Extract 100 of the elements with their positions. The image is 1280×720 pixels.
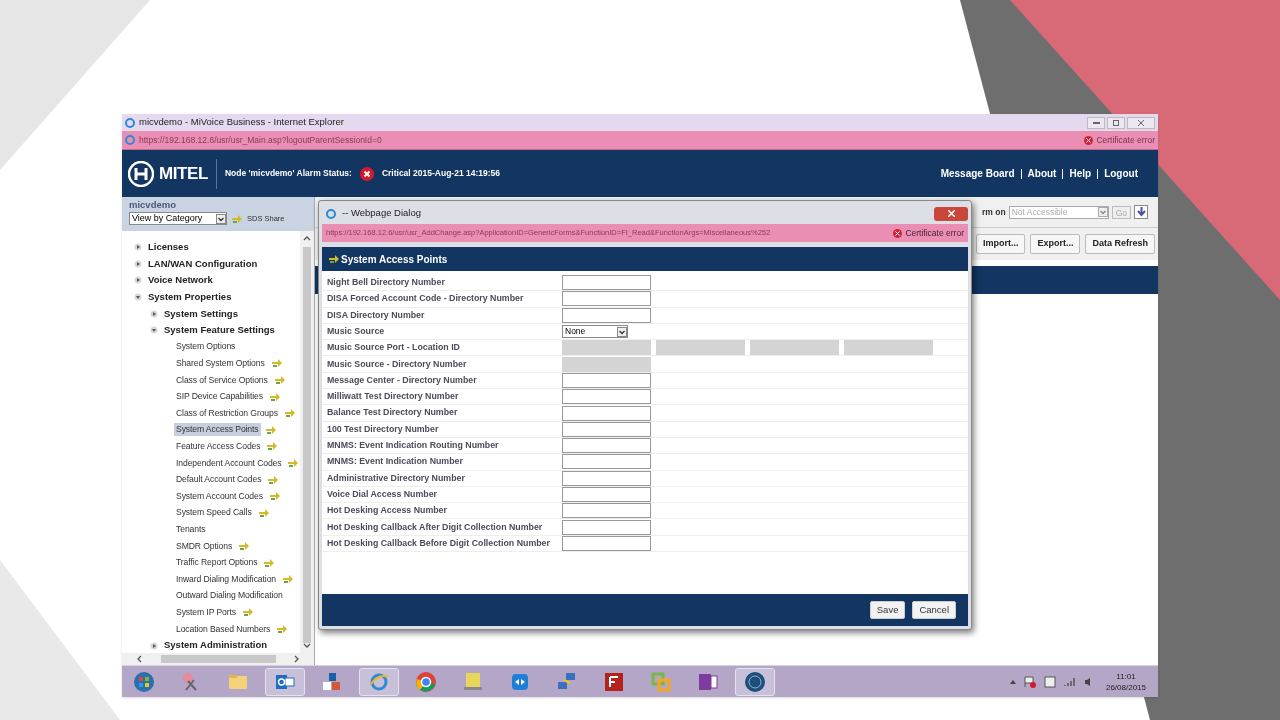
browser-icon [326,208,336,219]
browser-icon [125,135,135,145]
certificate-error-link[interactable]: Certificate error [905,226,964,240]
dialog-title: -- Webpage Dialog [342,206,422,221]
scroll-down-icon[interactable] [303,643,311,649]
sync-arrows-icon [276,623,289,634]
toolbar-button[interactable]: Export... [1030,234,1081,254]
sync-arrows-icon [241,607,254,618]
expanded-bullet-icon[interactable] [150,326,158,335]
scroll-up-icon[interactable] [303,235,311,241]
tree-item[interactable]: Location Based Numbers [174,622,273,636]
apps-icon[interactable] [321,670,343,693]
field-label: Message Center - Directory Number [326,373,478,387]
dialog-button[interactable]: Cancel [912,601,956,619]
horizontal-scrollbar[interactable] [122,653,314,665]
tree-item[interactable]: System Account Codes [174,489,265,503]
tree-item[interactable]: Default Account Codes [174,473,264,487]
field-label: DISA Directory Number [326,308,426,322]
field-label: Milliwatt Test Directory Number [326,390,460,404]
view-dropdown[interactable]: View by Category [129,212,227,226]
dialog-button[interactable]: Save [869,601,906,619]
field-label: Balance Test Directory Number [326,406,459,420]
field-label: Night Bell Directory Number [326,276,446,290]
tree-item[interactable]: Tenants [174,522,208,536]
tree-item[interactable]: Licenses [146,240,191,255]
tree-item[interactable]: Inward Dialing Modification [174,572,278,586]
collapsed-bullet-icon[interactable] [134,259,142,268]
sync-arrows-icon [270,358,283,369]
transfer-icon[interactable] [603,670,625,693]
sync-arrows-icon [231,213,243,224]
sync-arrows-icon [268,491,281,502]
tree-item[interactable]: System Properties [146,289,234,305]
tree-item[interactable]: System Feature Settings [162,323,277,338]
text-field[interactable] [562,405,651,421]
text-field[interactable] [562,519,651,535]
field-label: Music Source [326,324,386,338]
close-button[interactable] [934,206,968,221]
header-link[interactable]: Help [1069,166,1092,181]
expanded-bullet-icon[interactable] [134,293,142,302]
scroll-right-icon[interactable] [294,655,300,663]
error-icon [893,228,903,238]
collapsed-bullet-icon[interactable] [134,276,142,285]
device-icon[interactable] [1043,675,1056,688]
restore-button[interactable] [1107,116,1125,129]
caret-up-icon[interactable] [1009,679,1016,684]
clock[interactable]: 11:01 26/08/2015 [1101,670,1150,693]
tree-item[interactable]: Feature Access Codes [174,439,263,453]
sync-arrows-icon [287,458,300,468]
toolbar-button[interactable]: Import... [975,234,1026,254]
header-link[interactable]: Logout [1104,166,1138,181]
tree-item[interactable]: Class of Restriction Groups [174,406,280,420]
tree-item[interactable]: Class of Service Options [174,373,270,387]
sync-arrows-icon [273,375,286,386]
tree-item[interactable]: System Access Points [174,423,261,437]
collapsed-bullet-icon[interactable] [150,641,158,650]
tree-item[interactable]: Outward Dialing Modification [174,589,285,603]
tree-item[interactable]: System Speed Calls [174,506,254,520]
logo-text: MITEL [159,162,208,185]
tree-item[interactable]: Traffic Report Options [174,556,260,569]
text-field[interactable] [562,454,651,470]
flag-icon[interactable] [1023,675,1036,688]
sync-arrows-icon [257,507,270,518]
text-field[interactable] [562,487,651,502]
start-button[interactable] [133,670,155,693]
dropdown[interactable]: None [562,325,628,339]
scroll-left-icon[interactable] [136,655,142,663]
tree-item[interactable]: SIP Device Capabilities [174,390,265,404]
tree-item[interactable]: LAN/WAN Configuration [146,256,260,271]
tree-item[interactable]: System Options [174,340,238,354]
collapsed-bullet-icon[interactable] [150,309,158,318]
tree-item[interactable]: System IP Ports [174,605,238,619]
header-link[interactable]: Message Board [940,166,1015,181]
header-link[interactable]: About [1027,166,1057,181]
field-label: Hot Desking Callback Before Digit Collection Number [326,536,551,550]
chrome-icon[interactable] [415,670,437,693]
toolbar-button[interactable]: Data Refresh [1085,234,1155,254]
sync-arrows-icon [283,408,296,419]
sync-arrows-icon [238,541,251,551]
field-label: Voice Dial Access Number [326,487,438,501]
certificate-error-link[interactable]: Certificate error [1096,133,1155,147]
signal-icon[interactable] [1063,676,1076,687]
tree-item[interactable]: Independent Account Codes [174,456,284,470]
tree-item[interactable]: System Settings [162,306,240,321]
text-field[interactable] [562,291,651,307]
close-button[interactable] [1127,116,1155,129]
tree-item[interactable]: System Administration [162,638,270,653]
sync-arrows-icon [268,391,281,402]
tree-item[interactable]: Voice Network [146,273,215,288]
text-field[interactable] [562,275,651,291]
vertical-scrollbar[interactable] [300,231,314,653]
text-field[interactable] [562,389,651,405]
close-icon [947,210,955,217]
download-button[interactable] [1134,205,1148,219]
minimize-button[interactable] [1087,116,1105,129]
tree-item[interactable]: SMDR Options [174,539,235,553]
collapsed-bullet-icon[interactable] [134,243,142,252]
text-field[interactable] [562,503,651,519]
tree-item[interactable]: Shared System Options [174,357,267,370]
text-field[interactable] [562,438,651,454]
terminal-icon[interactable] [462,670,484,693]
